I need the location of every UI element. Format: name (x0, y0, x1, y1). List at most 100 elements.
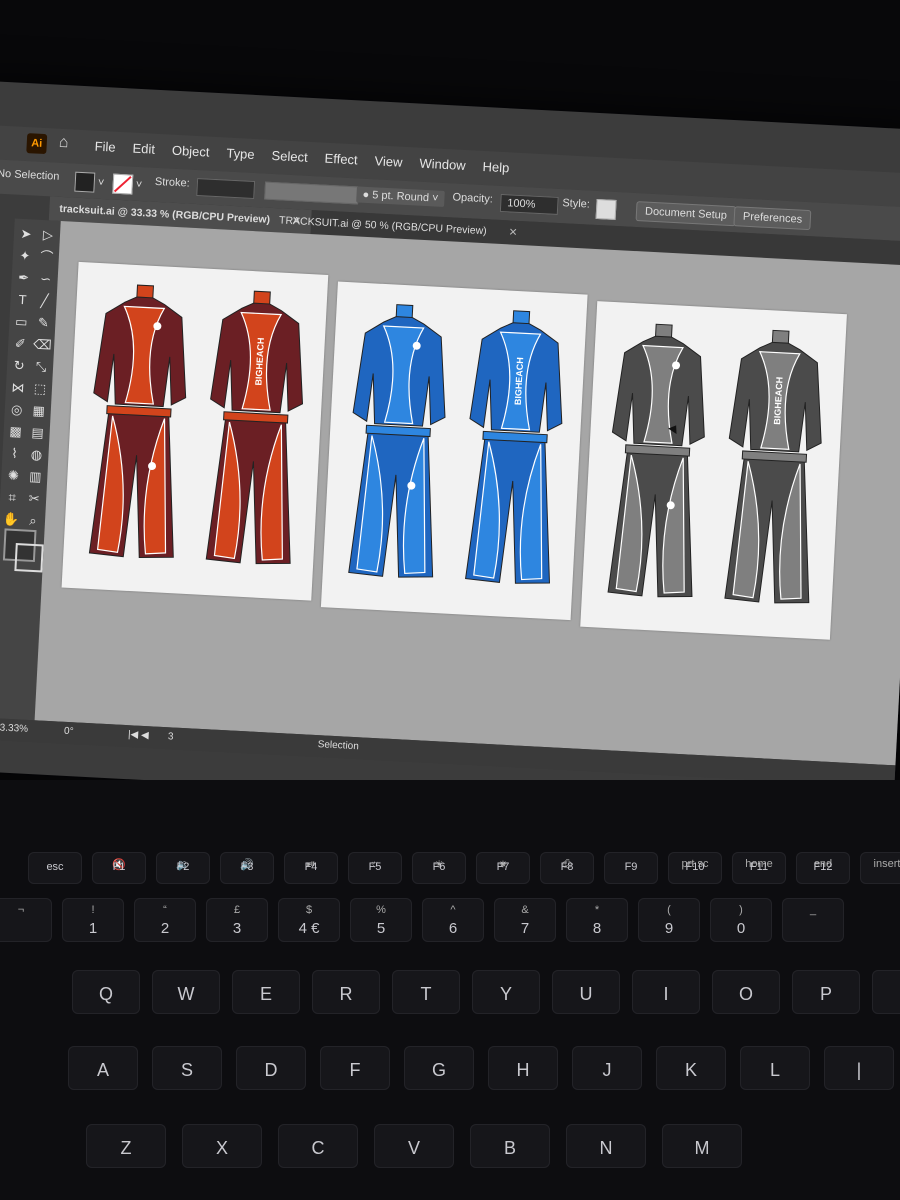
letter-key: D (236, 1046, 306, 1090)
magic-wand-icon[interactable]: ✦ (15, 247, 34, 266)
lasso-icon[interactable]: ⌒ (37, 248, 56, 267)
letter-key: H (488, 1046, 558, 1090)
menu-object[interactable]: Object (172, 143, 210, 160)
number-key: ^ 6 (422, 898, 484, 942)
pencil-tool-icon[interactable]: ✎ (34, 314, 53, 333)
letter-key: U (552, 970, 620, 1014)
letter-key: Z (86, 1124, 166, 1168)
letter-key: R (312, 970, 380, 1014)
menu-edit[interactable]: Edit (132, 141, 155, 157)
letter-key: G (404, 1046, 474, 1090)
letter-key: S (152, 1046, 222, 1090)
style-label: Style: (562, 197, 591, 211)
menu-help[interactable]: Help (482, 159, 509, 175)
preferences-button[interactable]: Preferences (733, 206, 812, 231)
laptop-screen: Ai ⌂ File Edit Object Type Select Effect View W… (0, 80, 900, 820)
stroke-weight-field[interactable] (196, 178, 256, 200)
selection-tool-icon[interactable]: ➤ (17, 225, 36, 244)
home-icon[interactable]: ⌂ (58, 134, 79, 155)
width-tool-icon[interactable]: ⋈ (8, 378, 27, 397)
selection-status: No Selection (0, 167, 60, 183)
slice-tool-icon[interactable]: ✂ (25, 489, 44, 508)
jacket-collar (512, 310, 531, 325)
opacity-field[interactable]: 100% (499, 193, 559, 215)
function-key: home F11 (732, 852, 786, 884)
menu-file[interactable]: File (94, 139, 116, 155)
function-key: F9 (604, 852, 658, 884)
letter-key: O (712, 970, 780, 1014)
keyboard: esc 🔇 F1 🔉 F2 🔊 F3 ⏯ F4 ☼ F5 ☀ F6 ✷ F7 ⎙ F8 F9 prt sc F10 ho… (0, 780, 900, 1200)
tracksuit-outfit (348, 304, 446, 578)
number-key: % 5 (350, 898, 412, 942)
free-transform-icon[interactable]: ⬚ (30, 380, 49, 399)
scale-tool-icon[interactable]: ⤡ (32, 358, 51, 377)
direct-selection-tool-icon[interactable]: ▷ (39, 226, 58, 245)
graph-tool-icon[interactable]: ▥ (26, 468, 45, 487)
letter-key: Y (472, 970, 540, 1014)
artboard-blue[interactable]: BIGHEACH (320, 281, 588, 621)
letter-key: E (232, 970, 300, 1014)
zoom-level[interactable]: 33.33% (0, 722, 28, 735)
line-tool-icon[interactable]: ╱ (35, 292, 54, 311)
letter-key: A (68, 1046, 138, 1090)
shaper-tool-icon[interactable]: ✐ (11, 335, 30, 354)
jacket-collar (253, 290, 271, 305)
artboard-red[interactable]: BIGHEACH (61, 261, 329, 601)
number-key: “2 (134, 898, 196, 942)
curvature-tool-icon[interactable]: ∽ (36, 270, 55, 289)
mesh-tool-icon[interactable]: ▩ (6, 422, 25, 441)
rotate-tool-icon[interactable]: ↻ (10, 357, 29, 376)
blend-tool-icon[interactable]: ◍ (27, 446, 46, 465)
shape-builder-icon[interactable]: ◎ (7, 400, 26, 419)
fill-swatch[interactable]: ˅ (74, 171, 105, 194)
menu-window[interactable]: Window (419, 156, 466, 173)
menu-view[interactable]: View (374, 153, 403, 169)
canvas-area[interactable]: BIGHEACH BIGHEACH BIGHEACH (34, 220, 900, 767)
letter-key: Q (72, 970, 140, 1014)
gradient-tool-icon[interactable]: ▤ (28, 424, 47, 443)
zoom-tool-icon[interactable]: ⌕ (24, 511, 43, 530)
artboard-tool-icon[interactable]: ⌗ (3, 488, 22, 507)
variable-width-dropdown[interactable] (264, 181, 359, 205)
artboard-grey[interactable]: BIGHEACH (580, 301, 847, 640)
pen-tool-icon[interactable]: ✒ (14, 269, 33, 288)
letter-key: X (182, 1124, 262, 1168)
letter-key: V (374, 1124, 454, 1168)
menu-select[interactable]: Select (271, 148, 308, 165)
number-key: _ (782, 898, 844, 942)
type-tool-icon[interactable]: T (13, 291, 32, 310)
artboard-number[interactable]: 3 (168, 731, 174, 742)
tracksuit-illustration: BIGHEACH (348, 304, 563, 584)
perspective-grid-icon[interactable]: ▦ (29, 402, 48, 421)
function-key: ✷ F7 (476, 852, 530, 884)
tracksuit-outfit: BIGHEACH (724, 329, 822, 604)
letter-key: P (792, 970, 860, 1014)
jacket-collar (771, 329, 790, 344)
artboard-nav-prev[interactable]: |◀ ◀ (128, 729, 149, 741)
function-key: insert (860, 852, 900, 884)
stroke-color-icon[interactable] (14, 543, 44, 573)
menu-effect[interactable]: Effect (324, 151, 358, 168)
menu-type[interactable]: Type (226, 146, 255, 162)
style-swatch[interactable] (595, 198, 617, 220)
brush-dropdown[interactable]: ● 5 pt. Round ˅ (356, 186, 445, 207)
hand-tool-icon[interactable]: ✋ (2, 510, 21, 529)
tracksuit-outfit (88, 284, 187, 559)
document-setup-button[interactable]: Document Setup (635, 201, 737, 227)
close-icon[interactable]: ✕ (508, 226, 517, 238)
letter-key: W (152, 970, 220, 1014)
function-key: esc (28, 852, 82, 884)
function-key: ⏯ F4 (284, 852, 338, 884)
number-key: & 7 (494, 898, 556, 942)
number-key: * 8 (566, 898, 628, 942)
rectangle-tool-icon[interactable]: ▭ (12, 313, 31, 332)
symbol-sprayer-icon[interactable]: ✺ (4, 466, 23, 485)
tracksuit-outfit (607, 323, 705, 598)
function-key: 🔊 F3 (220, 852, 274, 884)
letter-key: L (740, 1046, 810, 1090)
eraser-tool-icon[interactable]: ⌫ (33, 336, 52, 355)
stroke-swatch[interactable]: ˅ (112, 173, 143, 196)
function-key: ☀ F6 (412, 852, 466, 884)
rotation-value[interactable]: 0° (64, 726, 74, 737)
eyedropper-icon[interactable]: ⌇ (5, 444, 24, 463)
